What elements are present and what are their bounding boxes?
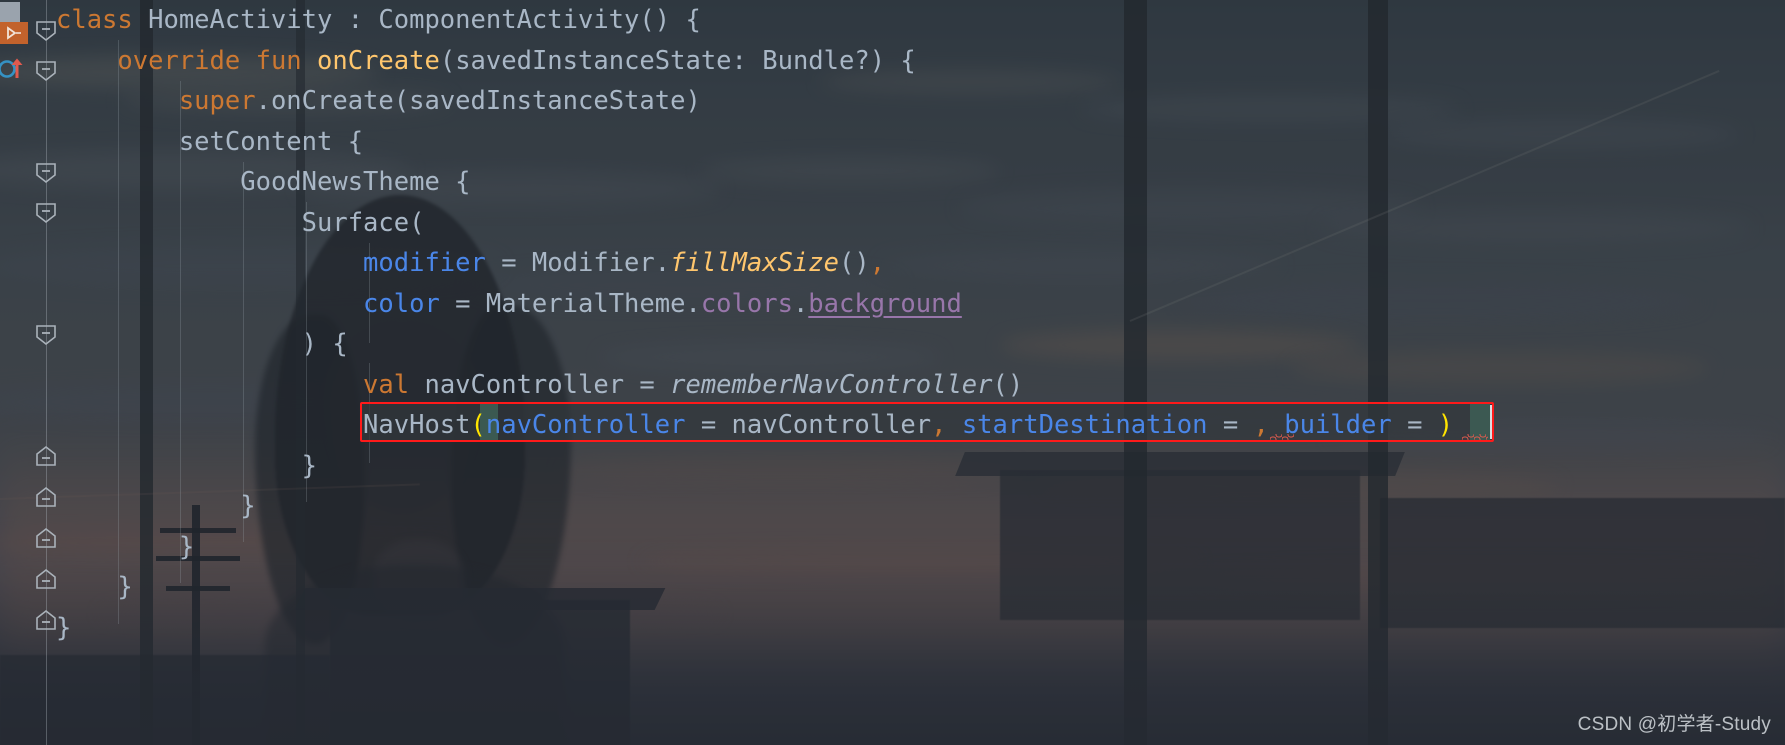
code-line-12[interactable]: } (0, 446, 1453, 487)
code-line-13[interactable]: } (0, 486, 1453, 527)
token: } (56, 612, 72, 643)
token: .onCreate(savedInstanceState) (255, 86, 701, 116)
code-line-8[interactable]: color = MaterialTheme.colors.background (0, 284, 1453, 325)
code-line-5[interactable]: GoodNewsTheme { (0, 162, 1453, 203)
token: ) { (301, 329, 348, 359)
token: HomeActivity : ComponentActivity() { (132, 5, 701, 35)
code-line-2[interactable]: override fun onCreate(savedInstanceState… (0, 41, 1453, 82)
token: . (792, 288, 809, 319)
token: navController = (409, 369, 671, 400)
token: onCreate (317, 45, 440, 76)
code-line-4[interactable]: setContent { (0, 122, 1453, 163)
code-line-16[interactable]: } (0, 608, 1453, 649)
token: fillMaxSize (670, 248, 839, 278)
token: (savedInstanceState: Bundle?) { (439, 45, 916, 76)
code-line-1[interactable]: class HomeActivity : ComponentActivity()… (0, 0, 1453, 41)
code-line-15[interactable]: } (0, 567, 1453, 608)
token: () (992, 369, 1024, 400)
token: = MaterialTheme. (439, 288, 701, 319)
token: = (1391, 410, 1438, 440)
token: modifier (363, 248, 486, 278)
token: = navController (685, 410, 932, 440)
token: setContent { (178, 126, 364, 157)
code-line-9[interactable]: ) { (0, 324, 1453, 365)
error-squiggle-builder (1462, 434, 1488, 440)
code-content[interactable]: class HomeActivity : ComponentActivity()… (0, 0, 1453, 648)
token: ( (470, 410, 486, 440)
token: = Modifier. (485, 248, 671, 278)
csdn-watermark: CSDN @初学者-Study (1577, 714, 1771, 735)
token: background (808, 288, 962, 319)
token: builder (1284, 410, 1392, 440)
code-line-14[interactable]: } (0, 527, 1453, 568)
token: GoodNewsTheme { (240, 167, 471, 197)
code-line-11[interactable]: NavHost(navController = navController, s… (0, 405, 1453, 446)
token: super (178, 86, 256, 116)
token: , (931, 410, 947, 440)
error-squiggle-startdestination (1270, 434, 1294, 440)
token: , (869, 248, 886, 278)
token: colors (700, 288, 793, 319)
token: class (56, 5, 133, 35)
code-editor[interactable]: class HomeActivity : ComponentActivity()… (0, 0, 1785, 745)
token: ) (1437, 410, 1454, 440)
token: NavHost (363, 410, 471, 440)
code-line-10[interactable]: val navController = rememberNavControlle… (0, 365, 1453, 406)
code-line-6[interactable]: Surface( (0, 203, 1453, 244)
token: color (363, 288, 440, 319)
token: , (1253, 410, 1269, 440)
token: } (301, 450, 317, 481)
text-caret (1490, 405, 1492, 439)
token: startDestination (961, 410, 1208, 440)
token: navController (485, 410, 686, 440)
token: = (1207, 410, 1254, 440)
token: Surface( (301, 207, 425, 238)
token: override fun (117, 45, 318, 76)
code-line-7[interactable]: modifier = Modifier.fillMaxSize(), (0, 243, 1453, 284)
token: } (240, 491, 256, 521)
token: val (363, 369, 410, 400)
token: } (117, 572, 133, 602)
token: rememberNavController (670, 369, 993, 400)
code-line-3[interactable]: super.onCreate(savedInstanceState) (0, 81, 1453, 122)
token: () (839, 248, 870, 278)
token: } (178, 531, 195, 562)
